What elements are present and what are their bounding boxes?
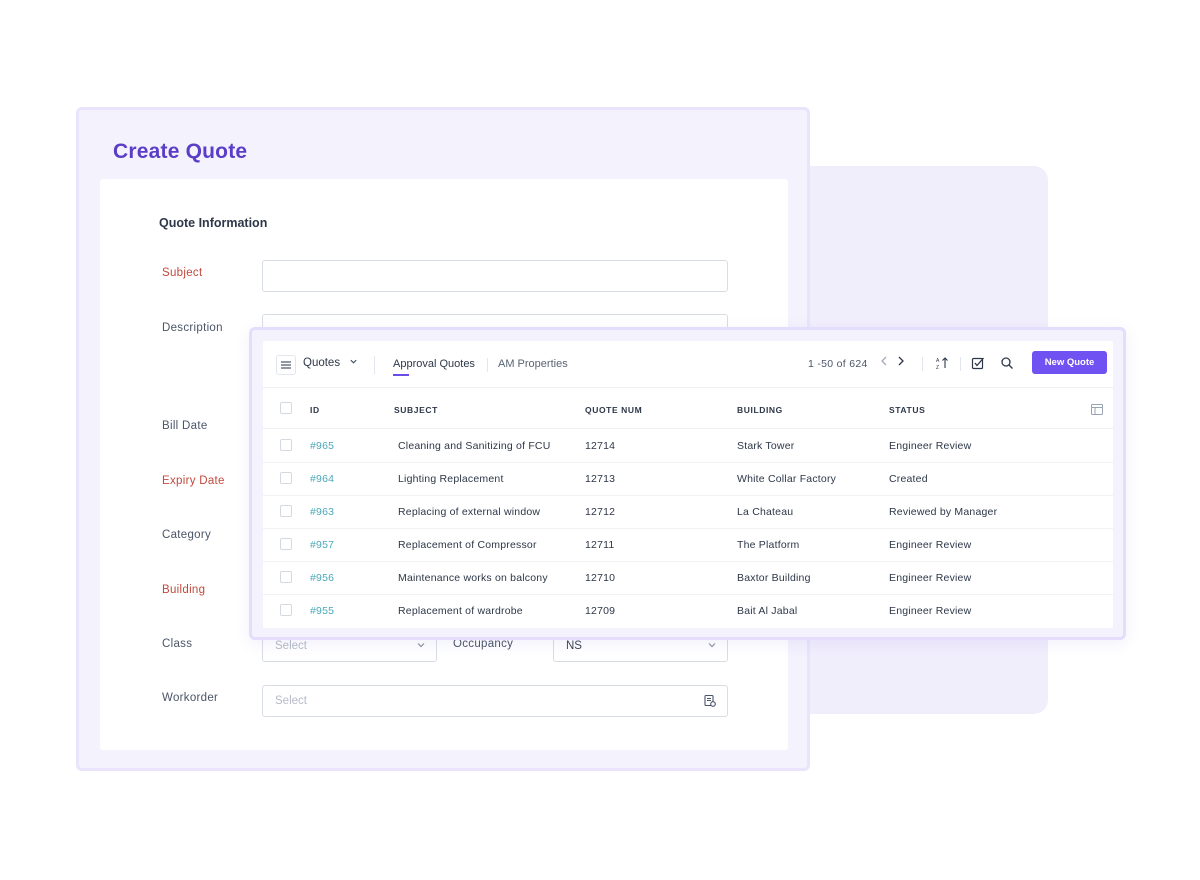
table-row[interactable]: #955 Replacement of wardrobe 12709 Bait … xyxy=(263,594,1113,627)
select-all-checkbox[interactable] xyxy=(280,402,292,414)
row-checkbox[interactable] xyxy=(280,571,292,583)
row-checkbox[interactable] xyxy=(280,472,292,484)
chevron-right-icon[interactable] xyxy=(896,354,906,371)
row-checkbox[interactable] xyxy=(280,604,292,616)
quotes-list-card: Quotes Approval Quotes AM Properties 1 -… xyxy=(249,327,1126,640)
divider xyxy=(374,356,375,374)
quote-building: Bait Al Jabal xyxy=(737,605,798,617)
table-row[interactable]: #957 Replacement of Compressor 12711 The… xyxy=(263,528,1113,562)
quote-subject: Replacement of wardrobe xyxy=(398,605,523,617)
class-label: Class xyxy=(162,638,193,650)
quote-building: La Chateau xyxy=(737,506,794,518)
table-row[interactable]: #964 Lighting Replacement 12713 White Co… xyxy=(263,462,1113,496)
chevron-left-icon[interactable] xyxy=(879,354,889,371)
expiry-date-label: Expiry Date xyxy=(162,475,225,487)
quote-num: 12712 xyxy=(585,506,616,518)
section-title: Quote Information xyxy=(159,216,268,230)
pagination-info: 1 -50 of 624 xyxy=(808,358,868,370)
quote-num: 12713 xyxy=(585,473,616,485)
class-placeholder: Select xyxy=(275,640,307,652)
quote-id-link[interactable]: #963 xyxy=(310,506,334,518)
quote-num: 12709 xyxy=(585,605,616,617)
building-label: Building xyxy=(162,584,206,596)
row-checkbox[interactable] xyxy=(280,439,292,451)
quote-status: Created xyxy=(889,473,928,485)
divider xyxy=(922,357,923,371)
chevron-down-icon xyxy=(707,640,717,653)
column-header-quote-num[interactable]: QUOTE NUM xyxy=(585,405,642,415)
quote-id-link[interactable]: #956 xyxy=(310,572,334,584)
divider xyxy=(960,357,961,371)
quote-status: Engineer Review xyxy=(889,605,972,617)
quote-subject: Lighting Replacement xyxy=(398,473,504,485)
tab-am-properties[interactable]: AM Properties xyxy=(498,358,568,370)
subject-input[interactable] xyxy=(262,260,728,292)
table-header: ID SUBJECT QUOTE NUM BUILDING STATUS xyxy=(263,388,1113,429)
list-toolbar: Quotes Approval Quotes AM Properties 1 -… xyxy=(263,341,1113,388)
quote-id-link[interactable]: #955 xyxy=(310,605,334,617)
lookup-icon[interactable] xyxy=(703,694,717,713)
page-title: Create Quote xyxy=(113,140,248,163)
workorder-lookup[interactable]: Select xyxy=(262,685,728,717)
quote-building: The Platform xyxy=(737,539,800,551)
workorder-label: Workorder xyxy=(162,692,219,704)
quote-id-link[interactable]: #964 xyxy=(310,473,334,485)
row-checkbox[interactable] xyxy=(280,538,292,550)
column-header-subject[interactable]: SUBJECT xyxy=(394,405,438,415)
quote-subject: Replacement of Compressor xyxy=(398,539,537,551)
chevron-down-icon xyxy=(349,358,358,368)
quote-status: Engineer Review xyxy=(889,539,972,551)
workorder-placeholder: Select xyxy=(275,695,307,707)
occupancy-value: NS xyxy=(566,640,582,652)
search-icon[interactable] xyxy=(1000,356,1014,375)
quote-num: 12710 xyxy=(585,572,616,584)
column-header-building[interactable]: BUILDING xyxy=(737,405,783,415)
view-name: Quotes xyxy=(303,357,341,369)
column-header-status[interactable]: STATUS xyxy=(889,405,925,415)
row-checkbox[interactable] xyxy=(280,505,292,517)
quote-num: 12711 xyxy=(585,539,615,551)
quote-id-link[interactable]: #965 xyxy=(310,440,334,452)
table-row[interactable]: #956 Maintenance works on balcony 12710 … xyxy=(263,561,1113,595)
quote-status: Engineer Review xyxy=(889,440,972,452)
tab-approval-quotes[interactable]: Approval Quotes xyxy=(393,358,475,376)
quote-subject: Cleaning and Sanitizing of FCU xyxy=(398,440,551,452)
quote-subject: Maintenance works on balcony xyxy=(398,572,548,584)
table-row[interactable]: #965 Cleaning and Sanitizing of FCU 1271… xyxy=(263,429,1113,463)
category-label: Category xyxy=(162,529,212,541)
subject-label: Subject xyxy=(162,267,203,279)
quote-status: Engineer Review xyxy=(889,572,972,584)
description-label: Description xyxy=(162,322,223,334)
bulk-edit-icon[interactable] xyxy=(971,356,985,375)
quote-building: Baxtor Building xyxy=(737,572,811,584)
quote-building: Stark Tower xyxy=(737,440,795,452)
quotes-list-panel: Quotes Approval Quotes AM Properties 1 -… xyxy=(263,341,1113,628)
menu-icon[interactable] xyxy=(276,355,296,375)
quote-id-link[interactable]: #957 xyxy=(310,539,334,551)
svg-text:Z: Z xyxy=(936,365,939,370)
divider xyxy=(487,358,488,372)
new-quote-button[interactable]: New Quote xyxy=(1032,351,1107,374)
quote-building: White Collar Factory xyxy=(737,473,837,485)
quote-subject: Replacing of external window xyxy=(398,506,541,518)
sort-icon[interactable]: A Z xyxy=(935,356,949,375)
column-header-id[interactable]: ID xyxy=(310,405,320,415)
svg-text:A: A xyxy=(936,358,940,364)
table-row[interactable]: #963 Replacing of external window 12712 … xyxy=(263,495,1113,529)
bill-date-label: Bill Date xyxy=(162,420,208,432)
quote-status: Reviewed by Manager xyxy=(889,506,998,518)
view-selector[interactable]: Quotes xyxy=(303,357,358,369)
quote-num: 12714 xyxy=(585,440,616,452)
column-settings-icon[interactable] xyxy=(1091,403,1104,421)
chevron-down-icon xyxy=(416,640,426,653)
